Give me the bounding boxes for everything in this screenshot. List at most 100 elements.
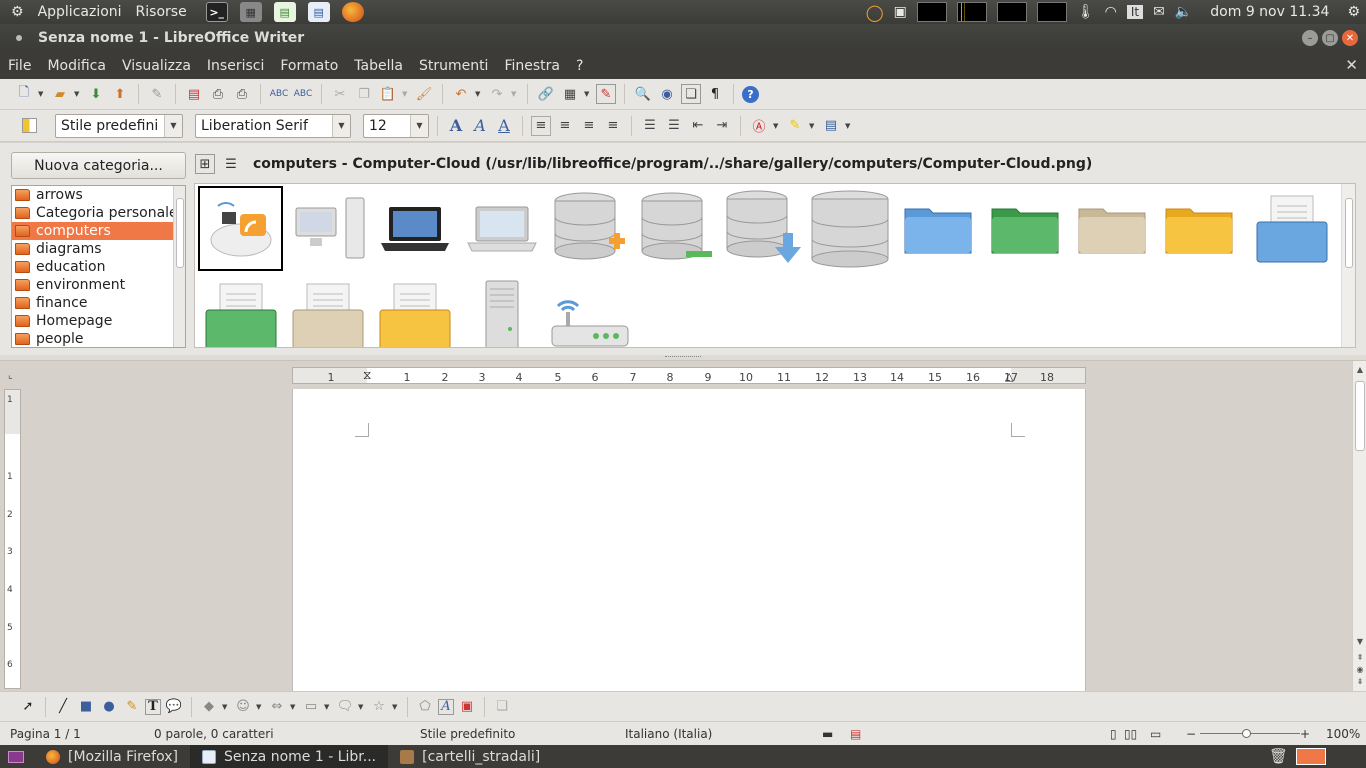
- bullets-icon[interactable]: ☰: [664, 116, 684, 136]
- places-menu[interactable]: Risorse: [131, 4, 192, 20]
- gallery-icon[interactable]: ❏: [681, 84, 701, 104]
- menu-edit[interactable]: Modifica: [39, 58, 114, 74]
- language[interactable]: Italiano (Italia): [625, 727, 712, 741]
- open-folder-icon[interactable]: ▰: [50, 84, 70, 104]
- spreadsheet-icon[interactable]: ▤: [273, 2, 296, 22]
- align-center-icon[interactable]: ≡: [555, 116, 575, 136]
- wireless-router-thumbnail[interactable]: [546, 274, 631, 347]
- highlight-dropdown-icon[interactable]: ▼: [809, 122, 817, 130]
- word-count[interactable]: 0 parole, 0 caratteri: [154, 727, 274, 741]
- navigator-icon[interactable]: ◉: [657, 84, 677, 104]
- block-arrows-icon[interactable]: ⇔: [267, 697, 287, 717]
- category-item-selected[interactable]: computers: [12, 222, 185, 240]
- undo-icon[interactable]: ↶: [451, 84, 471, 104]
- redo-dropdown-icon[interactable]: ▼: [511, 90, 519, 98]
- category-scrollbar[interactable]: [173, 186, 185, 347]
- database-add-thumbnail[interactable]: [546, 186, 631, 271]
- zoom-slider[interactable]: [1200, 729, 1300, 738]
- keyboard-layout[interactable]: It: [1126, 5, 1144, 19]
- taskbar-item-firefox[interactable]: [Mozilla Firefox]: [34, 745, 190, 768]
- menu-file[interactable]: File: [0, 58, 39, 74]
- icon-view-icon[interactable]: ⊞: [195, 154, 215, 174]
- category-item[interactable]: diagrams: [12, 240, 185, 258]
- export-icon[interactable]: ⬆: [110, 84, 130, 104]
- freeform-line-icon[interactable]: ✎: [122, 697, 142, 717]
- thumbnails-scrollbar[interactable]: [1341, 184, 1355, 347]
- settings-gear-icon[interactable]: ⚙: [1347, 4, 1360, 20]
- scroll-down-icon[interactable]: ▼: [1355, 637, 1365, 647]
- print-icon[interactable]: ⎙: [208, 84, 228, 104]
- symbol-shapes-dropdown-icon[interactable]: ▼: [256, 703, 264, 711]
- increase-indent-icon[interactable]: ⇥: [712, 116, 732, 136]
- points-icon[interactable]: ⬠: [415, 697, 435, 717]
- help-icon[interactable]: ?: [742, 85, 759, 103]
- clone-formatting-icon[interactable]: 🖌: [414, 84, 434, 104]
- indent-marker-icon[interactable]: ⧖: [363, 368, 371, 383]
- cut-icon[interactable]: ✂: [330, 84, 350, 104]
- rectangle-icon[interactable]: ■: [76, 697, 96, 717]
- writer-icon[interactable]: ▤: [307, 2, 330, 22]
- ellipse-icon[interactable]: ●: [99, 697, 119, 717]
- callouts-dropdown-icon[interactable]: ▼: [358, 703, 366, 711]
- scroll-up-icon[interactable]: ▲: [1355, 365, 1365, 375]
- taskbar-item-writer[interactable]: Senza nome 1 - Libr...: [189, 745, 389, 768]
- decrease-indent-icon[interactable]: ⇤: [688, 116, 708, 136]
- green-folder-thumbnail[interactable]: [982, 186, 1067, 271]
- single-page-view-icon[interactable]: ▯: [1110, 727, 1117, 741]
- menu-table[interactable]: Tabella: [346, 58, 411, 74]
- calculator-icon[interactable]: ▦: [239, 2, 262, 22]
- gear-icon[interactable]: ⚙: [6, 4, 29, 20]
- category-item[interactable]: Categoria personale: [12, 204, 185, 222]
- trash-icon[interactable]: 🗑: [1269, 747, 1288, 765]
- document-vertical-scrollbar[interactable]: ▲ ▼ ⇞ ◉ ⇟: [1352, 361, 1366, 691]
- extrusion-icon[interactable]: ❏: [492, 697, 512, 717]
- computer-cloud-thumbnail[interactable]: [198, 186, 283, 271]
- copy-icon[interactable]: ❐: [354, 84, 374, 104]
- multi-page-view-icon[interactable]: ▯▯: [1124, 727, 1137, 741]
- flowchart-icon[interactable]: ▭: [301, 697, 321, 717]
- save-icon[interactable]: ⬇: [86, 84, 106, 104]
- beige-document-folder-thumbnail[interactable]: [285, 274, 370, 347]
- close-button[interactable]: ✕: [1342, 30, 1358, 46]
- paste-icon[interactable]: 📋: [378, 84, 398, 104]
- right-indent-marker-icon[interactable]: △: [1005, 370, 1013, 383]
- taskbar-item-folder[interactable]: [cartelli_stradali]: [388, 745, 552, 768]
- chevron-down-icon[interactable]: ▼: [332, 114, 350, 137]
- clock[interactable]: dom 9 nov 11.34: [1202, 4, 1337, 20]
- callouts-icon[interactable]: 🗨: [335, 697, 355, 717]
- font-name-combo[interactable]: Liberation Serif ▼: [195, 113, 351, 138]
- flowchart-dropdown-icon[interactable]: ▼: [324, 703, 332, 711]
- thermometer-icon[interactable]: 🌡: [1077, 4, 1095, 20]
- menu-insert[interactable]: Inserisci: [199, 58, 272, 74]
- yellow-document-folder-thumbnail[interactable]: [372, 274, 457, 347]
- background-color-dropdown-icon[interactable]: ▼: [845, 122, 853, 130]
- menu-format[interactable]: Formato: [272, 58, 346, 74]
- edit-mode-icon[interactable]: ✎: [147, 84, 167, 104]
- detail-view-icon[interactable]: ☰: [221, 154, 241, 174]
- search-icon[interactable]: ◯: [866, 3, 884, 22]
- selection-mode-icon[interactable]: ▬: [822, 727, 833, 741]
- hyperlink-icon[interactable]: 🔗: [536, 84, 556, 104]
- open-dropdown-icon[interactable]: ▼: [74, 90, 82, 98]
- new-dropdown-icon[interactable]: ▼: [38, 90, 46, 98]
- window-menu-dot[interactable]: [16, 35, 22, 41]
- new-category-button[interactable]: Nuova categoria...: [11, 152, 186, 179]
- autospellcheck-icon[interactable]: ABC: [293, 84, 313, 104]
- numbering-icon[interactable]: ☰: [640, 116, 660, 136]
- basic-shapes-icon[interactable]: ◆: [199, 697, 219, 717]
- server-tower-thumbnail[interactable]: [459, 274, 544, 347]
- chevron-down-icon[interactable]: ▼: [410, 114, 428, 137]
- terminal-icon[interactable]: >_: [205, 2, 228, 22]
- splitter-grip[interactable]: [665, 356, 701, 359]
- chevron-down-icon[interactable]: ▼: [164, 114, 182, 137]
- menu-view[interactable]: Visualizza: [114, 58, 199, 74]
- table-icon[interactable]: ▦: [560, 84, 580, 104]
- database-download-thumbnail[interactable]: [720, 186, 805, 271]
- vertical-ruler[interactable]: 1 1 2 3 4 5 6: [4, 389, 21, 689]
- wifi-icon[interactable]: ◠: [1105, 4, 1117, 20]
- page-style[interactable]: Stile predefinito: [420, 727, 515, 741]
- highlight-icon[interactable]: ✎: [785, 116, 805, 136]
- justify-icon[interactable]: ≡: [603, 116, 623, 136]
- background-color-icon[interactable]: ▤: [821, 116, 841, 136]
- document-page[interactable]: [292, 389, 1086, 691]
